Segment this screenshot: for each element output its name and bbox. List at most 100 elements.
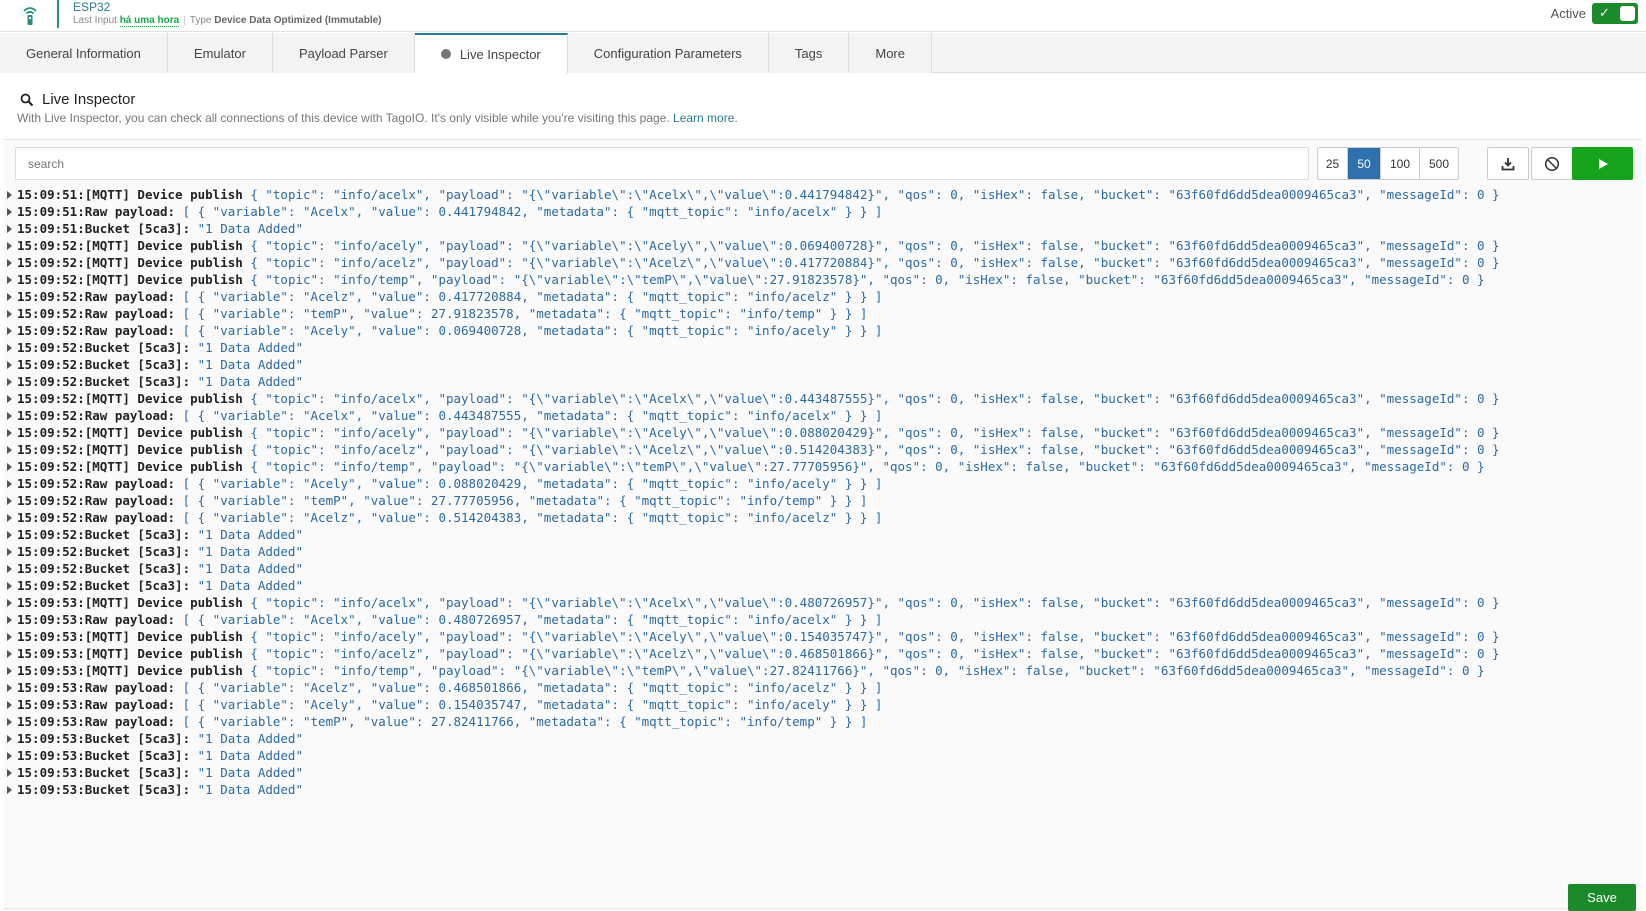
log-entry[interactable]: 15:09:52: Bucket [5ca3]: "1 Data Added" xyxy=(4,356,1642,373)
expand-caret-icon[interactable] xyxy=(7,190,12,199)
tab-emulator[interactable]: Emulator xyxy=(167,33,273,73)
expand-caret-icon[interactable] xyxy=(7,411,12,420)
expand-caret-icon[interactable] xyxy=(7,445,12,454)
log-entry[interactable]: 15:09:52: [MQTT] Device publish { "topic"… xyxy=(4,458,1642,475)
expand-caret-icon[interactable] xyxy=(7,462,12,471)
log-entry[interactable]: 15:09:52: Raw payload: [ { "variable": "A… xyxy=(4,322,1642,339)
expand-caret-icon[interactable] xyxy=(7,632,12,641)
expand-caret-icon[interactable] xyxy=(7,547,12,556)
expand-caret-icon[interactable] xyxy=(7,343,12,352)
expand-caret-icon[interactable] xyxy=(7,683,12,692)
page-size-25[interactable]: 25 xyxy=(1318,148,1348,179)
tab-live-inspector[interactable]: Live Inspector xyxy=(414,33,568,74)
tab-payload-parser[interactable]: Payload Parser xyxy=(272,33,415,73)
log-entry[interactable]: 15:09:52: Raw payload: [ { "variable": "A… xyxy=(4,288,1642,305)
log-entry[interactable]: 15:09:52: [MQTT] Device publish { "topic"… xyxy=(4,271,1642,288)
log-entry[interactable]: 15:09:52: Raw payload: [ { "variable": "A… xyxy=(4,509,1642,526)
log-entry[interactable]: 15:09:51: [MQTT] Device publish { "topic"… xyxy=(4,186,1642,203)
expand-caret-icon[interactable] xyxy=(7,700,12,709)
expand-caret-icon[interactable] xyxy=(7,292,12,301)
tab-general-information[interactable]: General Information xyxy=(0,33,168,73)
log-timestamp: 15:09:52: xyxy=(17,493,85,508)
log-entry[interactable]: 15:09:53: Raw payload: [ { "variable": "A… xyxy=(4,611,1642,628)
expand-caret-icon[interactable] xyxy=(7,717,12,726)
expand-caret-icon[interactable] xyxy=(7,751,12,760)
page-size-100[interactable]: 100 xyxy=(1381,148,1420,179)
tab-more[interactable]: More xyxy=(849,33,932,73)
search-input[interactable] xyxy=(15,147,1309,180)
log-entry[interactable]: 15:09:52: Raw payload: [ { "variable": "t… xyxy=(4,492,1642,509)
log-entry[interactable]: 15:09:52: Bucket [5ca3]: "1 Data Added" xyxy=(4,339,1642,356)
expand-caret-icon[interactable] xyxy=(7,768,12,777)
log-payload: "1 Data Added" xyxy=(197,357,303,372)
check-icon: ✓ xyxy=(1599,5,1610,20)
page-size-500[interactable]: 500 xyxy=(1420,148,1458,179)
log-entry[interactable]: 15:09:52: [MQTT] Device publish { "topic"… xyxy=(4,441,1642,458)
expand-caret-icon[interactable] xyxy=(7,479,12,488)
log-entry[interactable]: 15:09:52: Raw payload: [ { "variable": "A… xyxy=(4,407,1642,424)
expand-caret-icon[interactable] xyxy=(7,666,12,675)
expand-caret-icon[interactable] xyxy=(7,275,12,284)
log-entry[interactable]: 15:09:53: [MQTT] Device publish { "topic"… xyxy=(4,628,1642,645)
tab-tags[interactable]: Tags xyxy=(768,33,850,73)
log-entry[interactable]: 15:09:51: Raw payload: [ { "variable": "A… xyxy=(4,203,1642,220)
log-entry[interactable]: 15:09:52: [MQTT] Device publish { "topic"… xyxy=(4,254,1642,271)
expand-caret-icon[interactable] xyxy=(7,513,12,522)
play-button[interactable] xyxy=(1572,147,1633,180)
expand-caret-icon[interactable] xyxy=(7,309,12,318)
log-entry[interactable]: 15:09:53: [MQTT] Device publish { "topic"… xyxy=(4,594,1642,611)
log-entry[interactable]: 15:09:53: Bucket [5ca3]: "1 Data Added" xyxy=(4,747,1642,764)
clear-log-button[interactable] xyxy=(1531,147,1573,180)
log-entry[interactable]: 15:09:53: Bucket [5ca3]: "1 Data Added" xyxy=(4,730,1642,747)
download-button[interactable] xyxy=(1487,147,1529,180)
log-payload: { "topic": "info/temp", "payload": "{\"v… xyxy=(250,272,1485,287)
expand-caret-icon[interactable] xyxy=(7,649,12,658)
log-entry[interactable]: 15:09:51: Bucket [5ca3]: "1 Data Added" xyxy=(4,220,1642,237)
expand-caret-icon[interactable] xyxy=(7,207,12,216)
log-entry[interactable]: 15:09:53: Bucket [5ca3]: "1 Data Added" xyxy=(4,764,1642,781)
log-entry[interactable]: 15:09:52: [MQTT] Device publish { "topic"… xyxy=(4,424,1642,441)
expand-caret-icon[interactable] xyxy=(7,326,12,335)
expand-caret-icon[interactable] xyxy=(7,258,12,267)
log-entry[interactable]: 15:09:52: Bucket [5ca3]: "1 Data Added" xyxy=(4,543,1642,560)
expand-caret-icon[interactable] xyxy=(7,785,12,794)
expand-caret-icon[interactable] xyxy=(7,241,12,250)
log-entry[interactable]: 15:09:52: Raw payload: [ { "variable": "t… xyxy=(4,305,1642,322)
expand-caret-icon[interactable] xyxy=(7,496,12,505)
log-entry[interactable]: 15:09:53: Bucket [5ca3]: "1 Data Added" xyxy=(4,781,1642,798)
expand-caret-icon[interactable] xyxy=(7,360,12,369)
expand-caret-icon[interactable] xyxy=(7,394,12,403)
panel-title-text: Live Inspector xyxy=(42,91,136,108)
expand-caret-icon[interactable] xyxy=(7,224,12,233)
log-entry[interactable]: 15:09:53: [MQTT] Device publish { "topic"… xyxy=(4,662,1642,679)
learn-more-link[interactable]: Learn more. xyxy=(673,111,738,125)
expand-caret-icon[interactable] xyxy=(7,615,12,624)
expand-caret-icon[interactable] xyxy=(7,564,12,573)
log-entry[interactable]: 15:09:53: Raw payload: [ { "variable": "t… xyxy=(4,713,1642,730)
log-timestamp: 15:09:52: xyxy=(17,255,85,270)
log-entry[interactable]: 15:09:53: [MQTT] Device publish { "topic"… xyxy=(4,645,1642,662)
log-entry[interactable]: 15:09:52: Bucket [5ca3]: "1 Data Added" xyxy=(4,577,1642,594)
expand-caret-icon[interactable] xyxy=(7,377,12,386)
expand-caret-icon[interactable] xyxy=(7,598,12,607)
expand-caret-icon[interactable] xyxy=(7,581,12,590)
log-entry[interactable]: 15:09:52: Bucket [5ca3]: "1 Data Added" xyxy=(4,526,1642,543)
log-timestamp: 15:09:52: xyxy=(17,578,85,593)
log-entry[interactable]: 15:09:52: Bucket [5ca3]: "1 Data Added" xyxy=(4,373,1642,390)
log-entry[interactable]: 15:09:53: Raw payload: [ { "variable": "A… xyxy=(4,696,1642,713)
log-payload: [ { "variable": "temP", "value": 27.8241… xyxy=(182,714,868,729)
log-entry[interactable]: 15:09:52: Raw payload: [ { "variable": "A… xyxy=(4,475,1642,492)
active-toggle[interactable]: ✓ xyxy=(1592,3,1638,24)
expand-caret-icon[interactable] xyxy=(7,734,12,743)
log-entry[interactable]: 15:09:52: Bucket [5ca3]: "1 Data Added" xyxy=(4,560,1642,577)
log-entry[interactable]: 15:09:52: [MQTT] Device publish { "topic"… xyxy=(4,390,1642,407)
expand-caret-icon[interactable] xyxy=(7,428,12,437)
log-label: Bucket [5ca3]: xyxy=(84,357,191,372)
log-entry[interactable]: 15:09:52: [MQTT] Device publish { "topic"… xyxy=(4,237,1642,254)
page-size-50[interactable]: 50 xyxy=(1348,148,1381,179)
log-label: Bucket [5ca3]: xyxy=(84,578,191,593)
tab-configuration-parameters[interactable]: Configuration Parameters xyxy=(567,33,769,73)
expand-caret-icon[interactable] xyxy=(7,530,12,539)
save-button[interactable]: Save xyxy=(1568,884,1636,911)
log-entry[interactable]: 15:09:53: Raw payload: [ { "variable": "A… xyxy=(4,679,1642,696)
